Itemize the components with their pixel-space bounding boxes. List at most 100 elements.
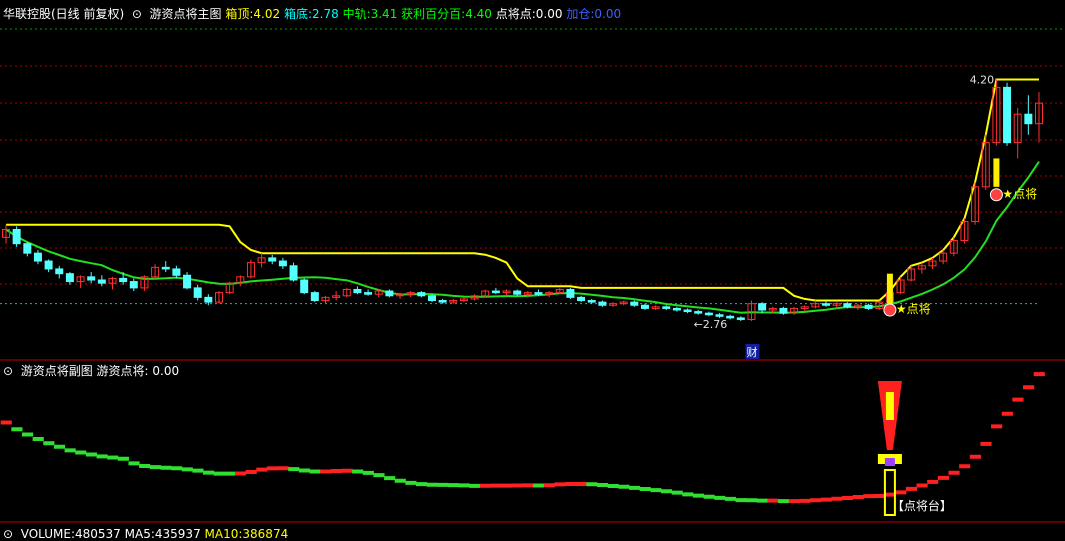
- sub-step: [309, 469, 321, 474]
- candle-body: [427, 295, 436, 302]
- chevron-down-icon[interactable]: ⊙: [3, 527, 17, 541]
- candle: [662, 305, 671, 310]
- candle-body: [417, 292, 426, 297]
- sub-step: [298, 468, 311, 473]
- candle: [385, 289, 394, 298]
- signal-ball-icon: [883, 303, 897, 317]
- sub-step: [117, 456, 129, 461]
- candle: [300, 278, 309, 295]
- sub-step: [64, 448, 76, 453]
- candle-body: [289, 265, 298, 281]
- sub-step: [181, 467, 193, 472]
- candle-body: [438, 300, 447, 303]
- ma5-value: 435937: [154, 527, 201, 541]
- sub-step: [256, 467, 268, 472]
- sub-step: [160, 465, 172, 470]
- sub-step: [139, 464, 151, 468]
- candle: [630, 300, 639, 307]
- platform-marker: [884, 458, 895, 466]
- candle: [65, 272, 74, 285]
- sub-step: [426, 482, 438, 487]
- candle: [214, 291, 223, 304]
- candle: [12, 226, 21, 247]
- candle-body: [310, 292, 319, 302]
- sub-step: [341, 468, 353, 473]
- candle-body: [12, 228, 21, 245]
- candle: [406, 291, 415, 298]
- indicator-name[interactable]: 游资点将主图: [150, 7, 222, 21]
- signal-bar: [993, 158, 1000, 187]
- sub-step: [266, 466, 279, 471]
- candle: [747, 300, 756, 322]
- chevron-down-icon[interactable]: ⊙: [3, 364, 17, 378]
- sub-step: [969, 454, 981, 459]
- candle: [779, 306, 788, 315]
- sub-step: [565, 482, 577, 486]
- point-value: 0.00: [535, 7, 563, 21]
- sub-step: [735, 498, 747, 503]
- candle-body: [694, 311, 703, 314]
- chevron-down-icon[interactable]: ⊙: [128, 7, 146, 21]
- sub-step: [820, 497, 832, 502]
- sub-step: [639, 487, 651, 491]
- signal-bar: [886, 273, 893, 304]
- candle: [438, 298, 447, 304]
- candle: [97, 275, 106, 287]
- sub-step: [597, 483, 609, 487]
- box-top-value: 4.02: [253, 7, 281, 21]
- stock-name: 华联控股(日线 前复权): [3, 7, 125, 21]
- sub-step: [628, 485, 641, 490]
- candle-body: [1003, 86, 1012, 144]
- candle: [577, 295, 586, 303]
- candle: [44, 259, 53, 273]
- candle: [225, 281, 234, 295]
- candle: [566, 287, 575, 299]
- sub-step: [543, 483, 555, 488]
- candle: [33, 250, 42, 265]
- sub-step: [53, 444, 66, 449]
- sub-step: [991, 424, 1003, 429]
- candle: [374, 289, 383, 298]
- candle-body: [300, 279, 309, 294]
- candle: [278, 257, 287, 269]
- sub-step: [277, 466, 289, 471]
- sub-step: [916, 483, 928, 488]
- sub-step: [682, 492, 694, 497]
- candle: [246, 259, 255, 279]
- sub-step: [895, 490, 907, 495]
- candle-body: [87, 276, 96, 281]
- volume-header: ⊙ VOLUME:480537 MA5:435937 MA10:386874: [3, 527, 289, 541]
- candle-body: [385, 290, 394, 297]
- sub-step: [384, 476, 396, 481]
- candle-body: [704, 312, 713, 316]
- kline-chart[interactable]: ★点将 ★点将 4.20 ←2.76 财【点将台】: [0, 0, 1065, 534]
- candle: [236, 275, 245, 287]
- sub-step: [490, 483, 502, 488]
- sub-step: [192, 468, 204, 473]
- sub-step: [756, 498, 768, 503]
- sub-indicator-name[interactable]: 游资点将副图: [21, 364, 93, 378]
- candle: [853, 303, 862, 310]
- candle: [353, 286, 362, 295]
- candle: [587, 298, 596, 304]
- sub-step: [11, 427, 23, 432]
- sub-step: [43, 441, 55, 446]
- candle: [598, 300, 607, 307]
- candle-body: [65, 273, 74, 283]
- sub-step: [511, 483, 523, 488]
- candle-body: [726, 315, 735, 319]
- candle-body: [672, 307, 681, 311]
- candle-body: [278, 260, 287, 267]
- box-top-series: [6, 78, 1039, 302]
- sub-step: [660, 489, 673, 494]
- sub-step: [671, 490, 683, 495]
- sub-step: [32, 437, 44, 441]
- candle-body: [1024, 113, 1033, 125]
- candle: [449, 298, 458, 304]
- candle-body: [364, 292, 373, 295]
- candle: [310, 291, 319, 303]
- candle: [342, 287, 351, 298]
- candle: [704, 311, 713, 317]
- sub-step: [416, 482, 428, 487]
- candle: [417, 291, 426, 298]
